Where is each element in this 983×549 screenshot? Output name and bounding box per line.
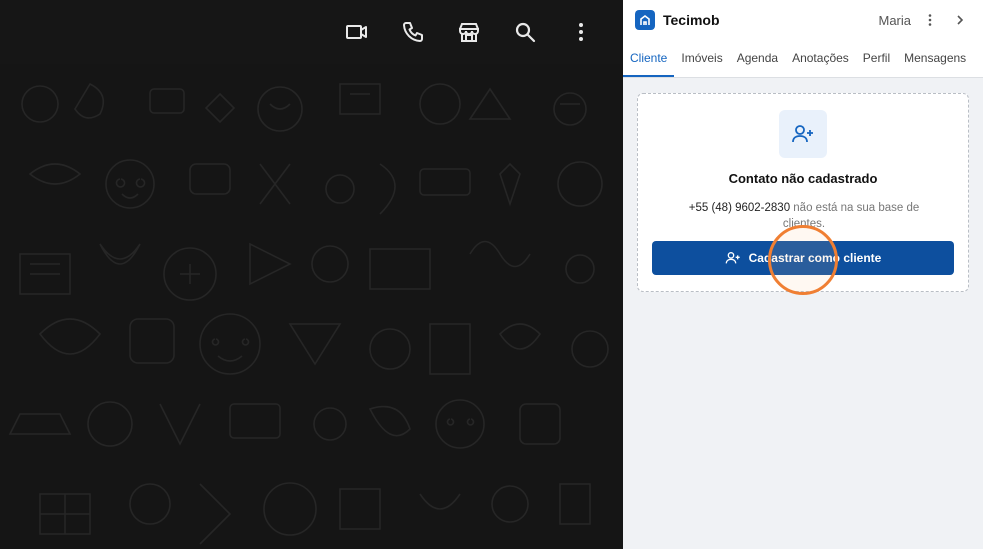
- more-vertical-icon: [928, 14, 932, 26]
- card-description-text: não está na sua base de clientes.: [782, 202, 920, 230]
- panel-header: Tecimob Maria: [623, 0, 983, 40]
- video-call-button[interactable]: [335, 10, 379, 54]
- catalog-icon: [459, 23, 479, 42]
- video-call-icon: [346, 25, 367, 39]
- tab-mensagens[interactable]: Mensagens: [897, 40, 973, 77]
- panel-menu-button[interactable]: [919, 9, 941, 31]
- search-icon: [515, 22, 536, 43]
- tab-anotacoes[interactable]: Anotações: [785, 40, 856, 77]
- chat-header: [0, 0, 623, 64]
- user-name: Maria: [878, 12, 911, 28]
- add-user-icon: [779, 110, 827, 158]
- voice-call-button[interactable]: [391, 10, 435, 54]
- panel-tabs: Cliente Imóveis Agenda Anotações Perfil …: [623, 40, 983, 78]
- chevron-right-icon: [957, 15, 964, 25]
- more-options-icon: [579, 23, 583, 41]
- card-title: Contato não cadastrado: [728, 171, 878, 186]
- more-options-button[interactable]: [559, 10, 603, 54]
- tab-agenda[interactable]: Agenda: [730, 40, 785, 77]
- tab-cliente[interactable]: Cliente: [623, 40, 675, 77]
- contact-phone: +55 (48) 9602-2830: [688, 202, 791, 214]
- tab-imoveis[interactable]: Imóveis: [674, 40, 729, 77]
- unregistered-contact-card: Contato não cadastrado +55 (48) 9602-283…: [637, 93, 969, 292]
- register-client-button[interactable]: Cadastrar como cliente: [652, 241, 954, 275]
- collapse-panel-button[interactable]: [949, 9, 971, 31]
- search-button[interactable]: [503, 10, 547, 54]
- add-user-icon: [725, 252, 740, 264]
- register-client-label: Cadastrar como cliente: [748, 251, 882, 265]
- brand-name: Tecimob: [663, 12, 720, 28]
- card-description: +55 (48) 9602-2830 não está na sua base …: [678, 200, 930, 232]
- chat-area: [0, 0, 623, 549]
- catalog-button[interactable]: [447, 10, 491, 54]
- voice-call-icon: [403, 22, 423, 42]
- tecimob-panel: Tecimob Maria Cliente Imóveis Agenda Ano…: [623, 0, 983, 549]
- chat-wallpaper: [0, 64, 623, 549]
- tecimob-logo-icon: [635, 10, 655, 30]
- tab-perfil[interactable]: Perfil: [856, 40, 897, 77]
